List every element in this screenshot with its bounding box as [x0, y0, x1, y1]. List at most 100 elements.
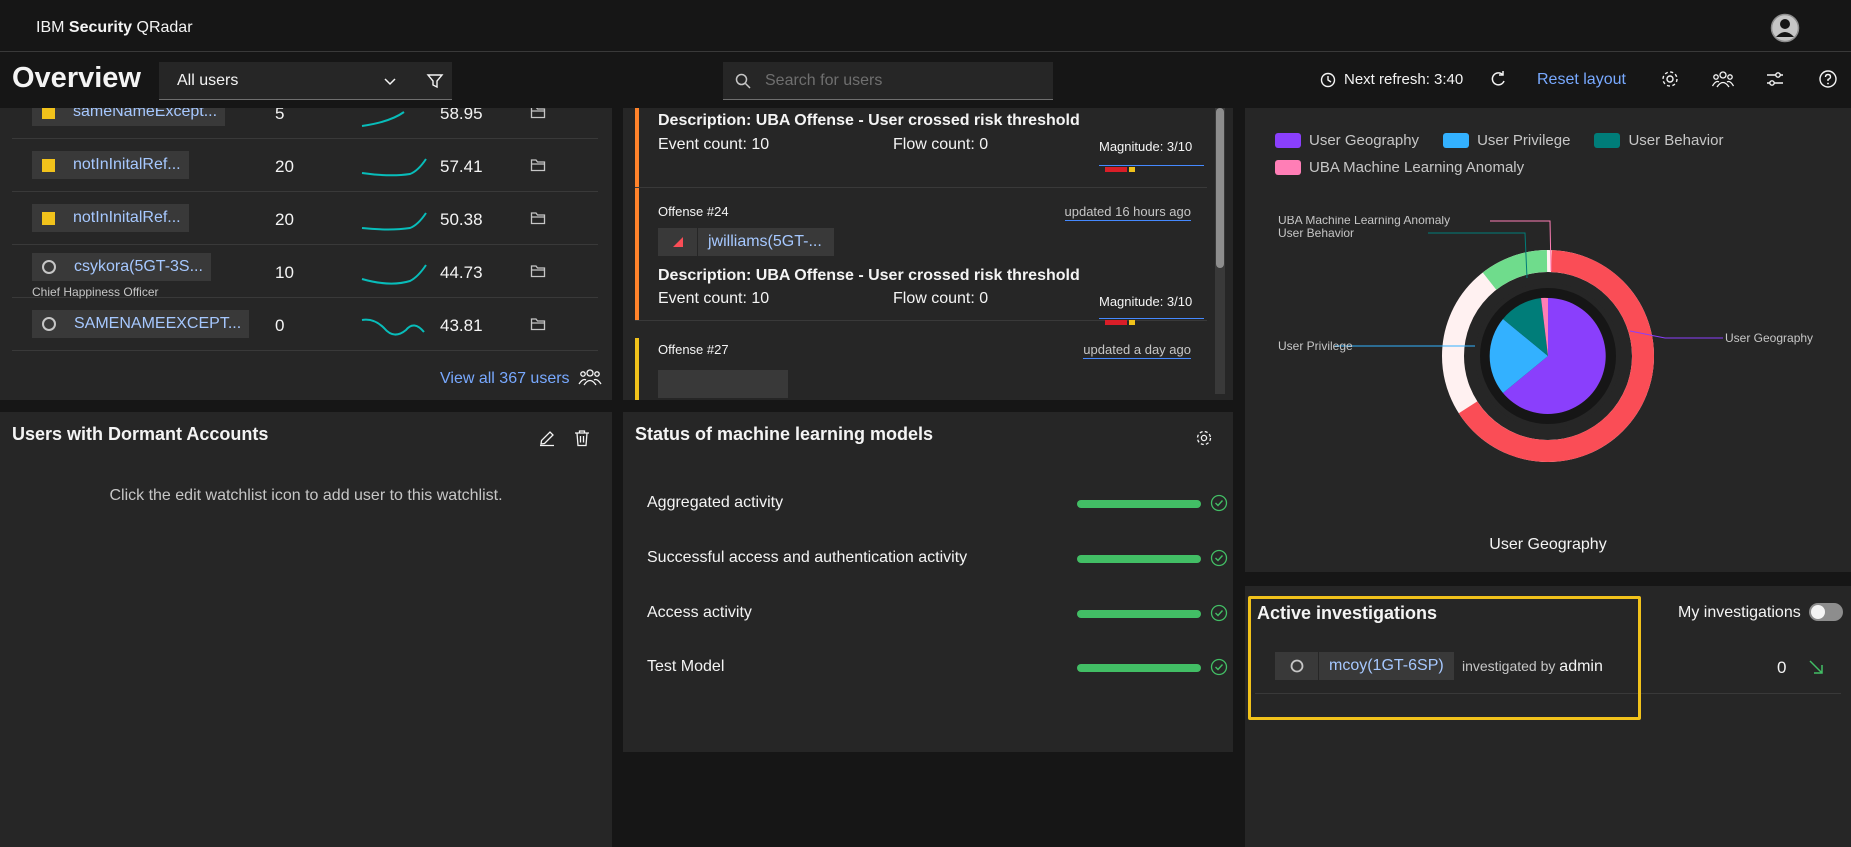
legend-label: UBA Machine Learning Anomaly [1309, 159, 1525, 176]
user-score: 50.38 [440, 210, 483, 229]
user-count: 10 [275, 263, 294, 282]
legend-swatch [1594, 133, 1621, 148]
folder-icon[interactable] [530, 108, 546, 120]
user-count: 20 [275, 157, 294, 176]
offense-card[interactable]: Offense #24 updated 16 hours ago jwillia… [635, 188, 1207, 325]
arrow-down-right-icon [1809, 660, 1823, 674]
top-bar: IBM Security QRadar [0, 0, 1851, 52]
sparkline [361, 111, 405, 127]
folder-icon[interactable] [530, 157, 546, 173]
investigator-name: admin [1559, 658, 1603, 675]
square-marker-icon [42, 108, 55, 119]
sparkline [361, 318, 425, 336]
settings-gear-icon[interactable] [1660, 69, 1680, 89]
legend-item[interactable]: UBA Machine Learning Anomaly [1275, 159, 1524, 176]
magnitude-text: Magnitude: 3/10 [1099, 139, 1193, 154]
user-row[interactable]: SAMENAMEEXCEPT... 0 43.81 [12, 298, 598, 351]
ml-status-bar [1077, 500, 1201, 508]
risk-category-panel: User Geography User Privilege User Behav… [1245, 108, 1851, 572]
offense-user-tag[interactable]: jwilliams(5GT-... [658, 228, 834, 256]
user-group-icon[interactable] [1712, 69, 1734, 89]
clock-icon [1320, 72, 1336, 87]
search-input[interactable] [765, 62, 1045, 100]
panel-title: Users with Dormant Accounts [12, 424, 269, 444]
offense-user-tag[interactable] [658, 370, 788, 398]
user-name: notInInitalRef... [73, 156, 181, 173]
user-name: csykora(5GT-3S... [74, 258, 203, 275]
user-row[interactable]: csykora(5GT-3S... Chief Happiness Office… [12, 245, 598, 299]
square-marker-icon [42, 158, 55, 172]
user-tag[interactable]: sameNameExcept... [32, 108, 226, 126]
user-tag[interactable]: SAMENAMEEXCEPT... [32, 310, 250, 338]
chevron-down-icon [384, 78, 396, 86]
scroll-thumb[interactable] [1216, 108, 1224, 268]
callout-label-geography: User Geography [1725, 331, 1813, 345]
help-icon[interactable] [1818, 69, 1838, 89]
settings-gear-icon[interactable] [1195, 429, 1213, 447]
chart-legend: User Geography User Privilege User Behav… [1275, 132, 1835, 176]
magnitude-bar [1099, 160, 1204, 172]
offense-label: Offense #24 [658, 204, 729, 219]
edit-icon[interactable] [538, 429, 556, 447]
legend-swatch [1275, 160, 1301, 175]
user-group-icon[interactable] [578, 366, 602, 388]
flow-count: Flow count: 0 [893, 290, 989, 307]
refresh-info: Next refresh: 3:40 [1320, 71, 1463, 88]
offense-updated: updated a day ago [1083, 342, 1191, 359]
user-name: SAMENAMEEXCEPT... [74, 315, 242, 332]
user-tag[interactable]: notInInitalRef... [32, 204, 189, 232]
offense-card[interactable]: Description: UBA Offense - User crossed … [635, 108, 1207, 188]
empty-watchlist-message: Click the edit watchlist icon to add use… [109, 487, 503, 504]
panel-title: Active investigations [1257, 603, 1438, 623]
checkmark-circle-icon [1210, 604, 1228, 622]
brand-prefix: IBM [36, 19, 65, 36]
selected-category-label: User Geography [1489, 536, 1607, 553]
view-all-users-link[interactable]: View all 367 users [440, 370, 570, 388]
toggle-knob [1811, 605, 1825, 619]
legend-item[interactable]: User Behavior [1594, 132, 1723, 149]
sparkline [361, 264, 427, 285]
legend-label: User Geography [1309, 132, 1420, 149]
reset-layout-link[interactable]: Reset layout [1537, 71, 1626, 89]
user-filter-dropdown[interactable]: All users [159, 62, 418, 100]
investigated-by: investigated by admin [1462, 658, 1603, 676]
folder-icon[interactable] [530, 316, 546, 332]
my-investigations-toggle[interactable] [1809, 603, 1843, 621]
user-row[interactable]: sameNameExcept... 5 58.95 [12, 108, 598, 139]
ml-model-row: Access activity [647, 604, 1228, 622]
offenses-panel: Description: UBA Offense - User crossed … [623, 108, 1233, 400]
user-name: sameNameExcept... [73, 108, 218, 120]
severity-bar [635, 338, 639, 400]
legend-item[interactable]: User Privilege [1443, 132, 1570, 149]
filter-button[interactable] [418, 62, 452, 100]
brand-bold: Security [68, 19, 133, 36]
investigation-user: mcoy(1GT-6SP) [1329, 657, 1444, 674]
user-tag[interactable]: csykora(5GT-3S... [32, 253, 211, 281]
search-box[interactable] [723, 62, 1053, 100]
magnitude-bar [1099, 313, 1204, 325]
sliders-icon[interactable] [1765, 69, 1785, 89]
ml-model-row: Successful access and authentication act… [647, 549, 1228, 567]
ml-status-bar [1077, 664, 1201, 672]
search-icon [735, 73, 751, 89]
trash-icon[interactable] [574, 429, 590, 447]
offense-card[interactable]: Offense #27 updated a day ago [635, 338, 1207, 400]
folder-icon[interactable] [530, 263, 546, 279]
user-tag[interactable]: notInInitalRef... [32, 151, 189, 179]
investigation-row[interactable]: mcoy(1GT-6SP) investigated by admin 0 [1255, 648, 1841, 694]
refresh-icon[interactable] [1488, 69, 1508, 89]
folder-icon[interactable] [530, 210, 546, 226]
offenses-scrollbar[interactable] [1215, 108, 1225, 394]
legend-item[interactable]: User Geography [1275, 132, 1419, 149]
user-count: 20 [275, 210, 294, 229]
user-row[interactable]: notInInitalRef... 20 57.41 [12, 139, 598, 192]
offense-description: Description: UBA Offense - User crossed … [658, 267, 1080, 284]
offense-label: Offense #27 [658, 342, 729, 357]
investigation-user-tag[interactable]: mcoy(1GT-6SP) [1275, 652, 1454, 680]
user-row[interactable]: notInInitalRef... 20 50.38 [12, 192, 598, 245]
user-avatar-icon[interactable] [1770, 13, 1800, 43]
user-job-title: Chief Happiness Officer [32, 285, 159, 299]
legend-swatch [1275, 133, 1301, 148]
filter-icon [426, 73, 444, 88]
ml-model-row: Aggregated activity [647, 494, 1228, 512]
